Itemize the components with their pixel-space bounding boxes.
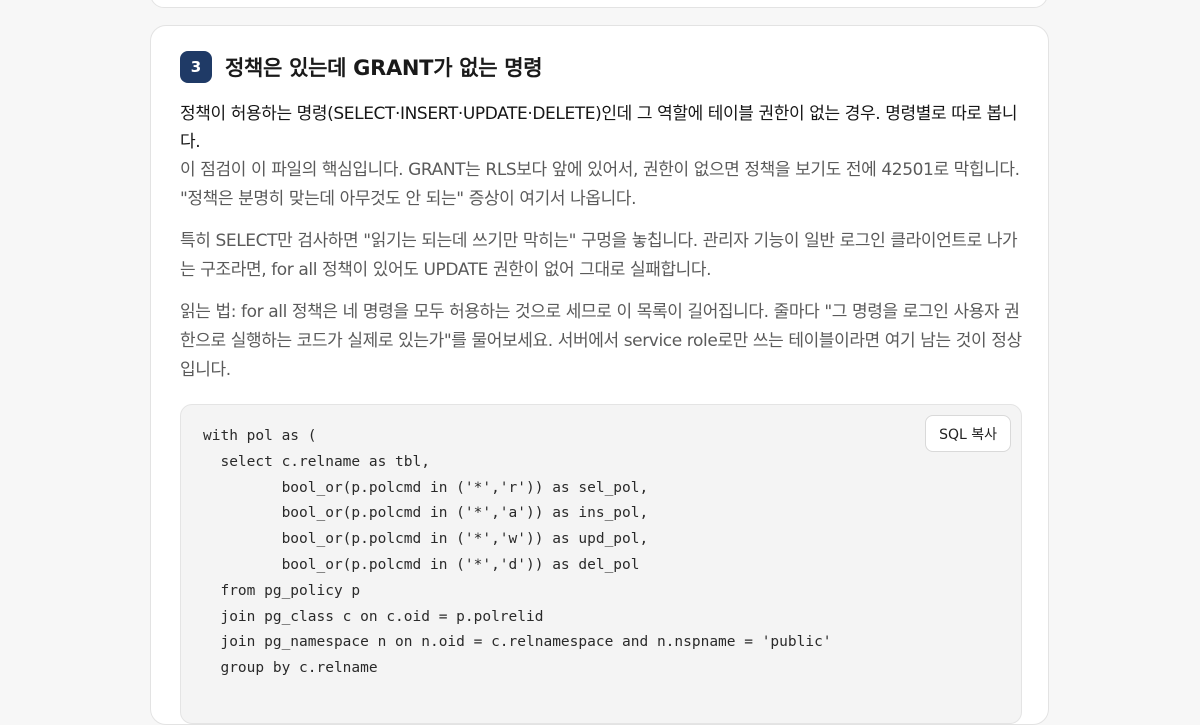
code-line: group by c.relname [203, 660, 378, 677]
paragraph-core-check: 이 점검이 이 파일의 핵심입니다. GRANT는 RLS보다 앞에 있어서, … [180, 160, 1020, 209]
section-title: 정책은 있는데 GRANT가 없는 명령 [225, 56, 543, 80]
code-line: join pg_namespace n on n.oid = c.relname… [203, 634, 832, 651]
section-header: 3 정책은 있는데 GRANT가 없는 명령 [180, 51, 543, 83]
section-lead: 정책이 허용하는 명령(SELECT·INSERT·UPDATE·DELETE)… [180, 104, 1018, 152]
sql-code-box: with pol as ( select c.relname as tbl, b… [180, 404, 1022, 724]
section-card: 3 정책은 있는데 GRANT가 없는 명령 정책이 허용하는 명령(SELEC… [150, 25, 1049, 725]
code-line: select c.relname as tbl, [203, 453, 430, 470]
code-line: with pol as ( [203, 428, 317, 444]
section-body: 정책이 허용하는 명령(SELECT·INSERT·UPDATE·DELETE)… [180, 100, 1025, 385]
code-line: bool_or(p.polcmd in ('*','d')) as del_po… [203, 556, 640, 573]
code-line: bool_or(p.polcmd in ('*','a')) as ins_po… [203, 505, 649, 522]
step-number-badge: 3 [180, 51, 212, 83]
paragraph-select-only: 특히 SELECT만 검사하면 "읽기는 되는데 쓰기만 막히는" 구멍을 놓칩… [180, 231, 1018, 280]
code-line: bool_or(p.polcmd in ('*','w')) as upd_po… [203, 531, 649, 548]
copy-sql-button[interactable]: SQL 복사 [925, 415, 1011, 452]
code-line: join pg_class c on c.oid = p.polrelid [203, 608, 544, 625]
paragraph-how-to-read: 읽는 법: for all 정책은 네 명령을 모두 허용하는 것으로 세므로 … [180, 302, 1022, 380]
code-line: from pg_policy p [203, 582, 361, 599]
previous-section-card [150, 0, 1048, 8]
sql-code-block: with pol as ( select c.relname as tbl, b… [203, 424, 832, 682]
code-line: bool_or(p.polcmd in ('*','r')) as sel_po… [203, 479, 649, 496]
